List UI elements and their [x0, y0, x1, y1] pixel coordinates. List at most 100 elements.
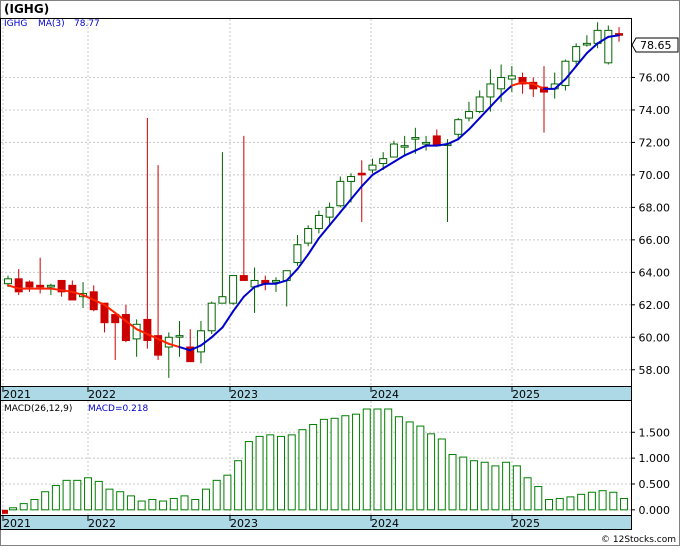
macd-bar	[244, 441, 253, 511]
candle-body	[25, 281, 34, 288]
candle-body	[143, 318, 152, 342]
macd-bar	[502, 461, 511, 511]
macd-bar	[491, 465, 500, 511]
candle-body	[454, 119, 463, 135]
candle-body	[486, 83, 495, 98]
candle-body	[36, 284, 45, 288]
candle-body	[368, 164, 377, 171]
candle	[604, 25, 613, 65]
macd-bar	[19, 503, 28, 511]
stock-chart-figure: 58.00 60.00 62.00 64.00 66.00 68.00 70.00 72.00…	[0, 0, 680, 546]
macd-bar	[84, 477, 93, 511]
macd-bar	[169, 497, 178, 511]
candle-body	[175, 335, 184, 338]
candle-body	[582, 42, 591, 46]
macd-bar	[180, 495, 189, 511]
macd-bar	[159, 500, 168, 511]
macd-bar	[137, 500, 146, 511]
price-x-tick-label: 2021	[3, 388, 31, 401]
candle	[207, 301, 216, 335]
macd-panel: 0.000 0.500 1.000 1.500 MACD(26,12,9) MACD=…	[0, 400, 671, 530]
candle-body	[507, 75, 516, 80]
macd-bar	[277, 435, 285, 511]
macd-bar	[587, 491, 596, 511]
candle-body	[207, 302, 216, 332]
macd-bar	[9, 507, 17, 511]
ticker-label: IGHG	[4, 19, 27, 29]
candle-body	[196, 330, 205, 353]
price-x-tick-label: 2025	[512, 388, 540, 401]
macd-bar	[341, 415, 350, 511]
macd-bar	[480, 461, 489, 511]
macd-bar	[255, 435, 264, 511]
price-y-tick-label: 76.00	[639, 71, 671, 84]
macd-bar	[459, 456, 468, 511]
macd-bar	[416, 425, 425, 511]
last-price-tag-value: 78.65	[640, 39, 672, 52]
candle-body	[347, 176, 356, 182]
macd-y-tick-label: 1.000	[639, 452, 671, 465]
macd-bar	[545, 498, 553, 511]
candle-body	[379, 158, 388, 165]
macd-bar	[223, 474, 232, 511]
macd-bar	[116, 491, 125, 511]
price-x-tick-label: 2023	[230, 388, 258, 401]
chart-canvas: 58.00 60.00 62.00 64.00 66.00 68.00 70.00 72.00…	[0, 0, 680, 546]
macd-bar	[191, 498, 200, 511]
candle	[572, 43, 581, 65]
macd-bar	[148, 498, 157, 511]
price-y-tick-label: 62.00	[639, 299, 671, 312]
candle-body	[46, 284, 55, 288]
price-panel-frame	[0, 18, 632, 387]
macd-x-tick-label: 2023	[230, 517, 258, 530]
candle-body	[411, 137, 420, 140]
macd-bar	[234, 460, 243, 511]
site-credit: © 12Stocks.com	[601, 535, 676, 545]
macd-x-tick-label: 2021	[3, 517, 31, 530]
macd-bar	[534, 486, 543, 511]
candle-body	[325, 206, 334, 218]
last-price-tag: 78.65	[631, 37, 679, 53]
macd-bar	[330, 417, 339, 511]
macd-bar	[94, 480, 103, 511]
macd-bar	[373, 408, 382, 511]
candle-body	[432, 135, 441, 147]
macd-bar	[523, 477, 532, 511]
price-y-tick-label: 70.00	[639, 169, 671, 182]
macd-bar	[73, 479, 82, 511]
ma-label: MA(3)	[38, 19, 65, 29]
macd-bar	[620, 497, 629, 511]
macd-bar	[469, 460, 478, 511]
macd-x-tick-label: 2024	[371, 517, 399, 530]
candle	[304, 225, 313, 247]
macd-bar	[51, 485, 60, 511]
macd-bar	[577, 493, 586, 511]
macd-bar	[437, 438, 446, 511]
macd-bar	[405, 421, 414, 511]
macd-bar	[598, 490, 607, 511]
macd-bar	[62, 479, 71, 511]
macd-bar	[448, 454, 457, 511]
macd-bar	[384, 408, 393, 511]
price-y-tick-label: 66.00	[639, 234, 671, 247]
candle-body	[464, 111, 473, 119]
candle-body	[14, 278, 23, 293]
candle-body	[4, 278, 12, 285]
ma-value: 78.77	[74, 19, 100, 29]
macd-bar	[512, 465, 521, 511]
price-x-tick-label: 2024	[371, 388, 399, 401]
candle-body	[422, 141, 431, 145]
candle-body	[304, 227, 313, 244]
macd-y-tick-label: 1.500	[639, 426, 671, 439]
macd-bar	[212, 479, 221, 511]
candle-body	[239, 275, 248, 281]
macd-bar	[266, 434, 275, 511]
candle-body	[218, 296, 227, 304]
macd-bar	[126, 495, 135, 511]
candle-body	[572, 46, 581, 62]
price-y-tick-label: 68.00	[639, 201, 671, 214]
candle-body	[357, 172, 366, 176]
macd-y-tick-label: 0.500	[639, 478, 671, 491]
candle-body	[475, 96, 484, 113]
price-y-tick-label: 72.00	[639, 136, 671, 149]
